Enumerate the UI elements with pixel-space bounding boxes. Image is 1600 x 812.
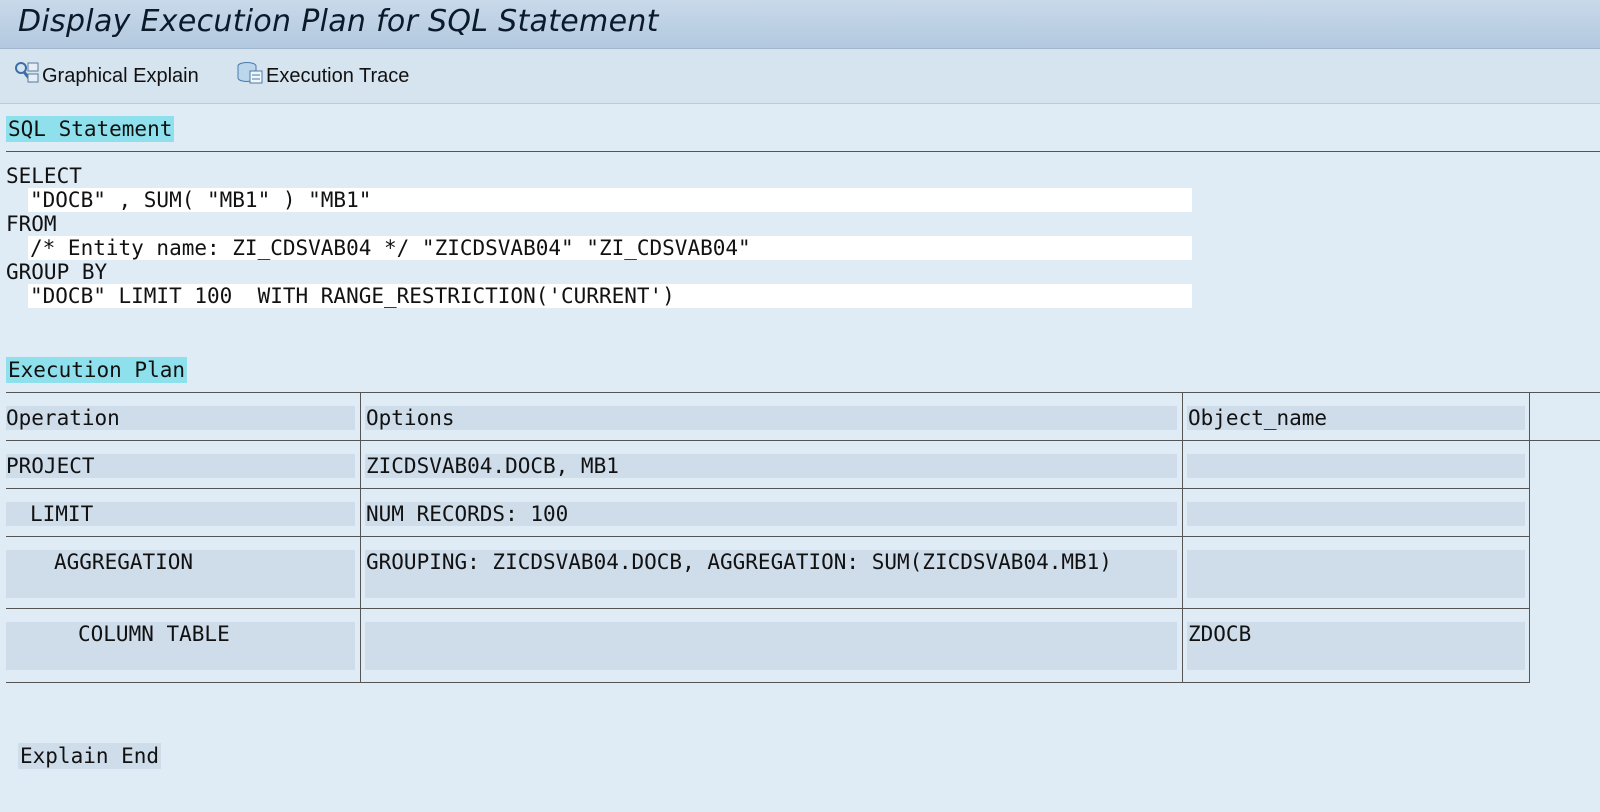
graphical-explain-icon bbox=[12, 60, 42, 92]
divider bbox=[6, 440, 1600, 441]
sql-line: GROUP BY bbox=[6, 260, 108, 284]
table-row bbox=[1187, 550, 1525, 598]
options-cell[interactable]: GROUPING: ZICDSVAB04.DOCB, AGGREGATION: … bbox=[366, 550, 1112, 574]
execution-trace-icon bbox=[236, 60, 266, 92]
grid-column-divider bbox=[1529, 393, 1530, 683]
operation-cell[interactable]: PROJECT bbox=[6, 454, 95, 478]
operation-cell[interactable]: AGGREGATION bbox=[54, 550, 193, 574]
options-cell[interactable]: NUM RECORDS: 100 bbox=[366, 502, 568, 526]
graphical-explain-label: Graphical Explain bbox=[42, 64, 199, 87]
operation-cell[interactable]: COLUMN TABLE bbox=[78, 622, 230, 646]
explain-end-label: Explain End bbox=[18, 743, 162, 769]
execution-trace-button[interactable]: Execution Trace bbox=[236, 61, 409, 91]
divider bbox=[6, 536, 1530, 537]
object-name-cell[interactable]: ZDOCB bbox=[1188, 622, 1251, 646]
grid-column-divider bbox=[1182, 393, 1183, 683]
sql-line: FROM bbox=[6, 212, 57, 236]
operation-cell[interactable]: LIMIT bbox=[30, 502, 93, 526]
options-cell[interactable]: ZICDSVAB04.DOCB, MB1 bbox=[366, 454, 619, 478]
column-header-options: Options bbox=[366, 406, 455, 430]
sql-statement-label: SQL Statement bbox=[6, 116, 175, 142]
table-row bbox=[1187, 454, 1525, 478]
grid-header-bg bbox=[365, 406, 1177, 430]
execution-trace-label: Execution Trace bbox=[266, 64, 410, 87]
toolbar: Graphical Explain Execution Trace bbox=[0, 49, 1600, 104]
title-bar: Display Execution Plan for SQL Statement bbox=[0, 0, 1600, 49]
sql-line: "DOCB" LIMIT 100 WITH RANGE_RESTRICTION(… bbox=[28, 284, 1192, 308]
grid-column-divider bbox=[360, 393, 361, 683]
sql-line: /* Entity name: ZI_CDSVAB04 */ "ZICDSVAB… bbox=[28, 236, 1192, 260]
table-row bbox=[1187, 502, 1525, 526]
divider bbox=[6, 608, 1530, 609]
divider bbox=[6, 151, 1600, 152]
sql-line: SELECT bbox=[6, 164, 82, 188]
table-row bbox=[365, 622, 1177, 670]
divider bbox=[6, 682, 1530, 683]
page-title: Display Execution Plan for SQL Statement bbox=[18, 4, 659, 39]
graphical-explain-button[interactable]: Graphical Explain bbox=[12, 61, 199, 91]
column-header-operation: Operation bbox=[6, 406, 120, 430]
divider bbox=[6, 488, 1530, 489]
divider bbox=[6, 392, 1600, 393]
sql-line: "DOCB" , SUM( "MB1" ) "MB1" bbox=[28, 188, 1192, 212]
column-header-object-name: Object_name bbox=[1188, 406, 1328, 430]
execution-plan-label: Execution Plan bbox=[6, 357, 188, 383]
